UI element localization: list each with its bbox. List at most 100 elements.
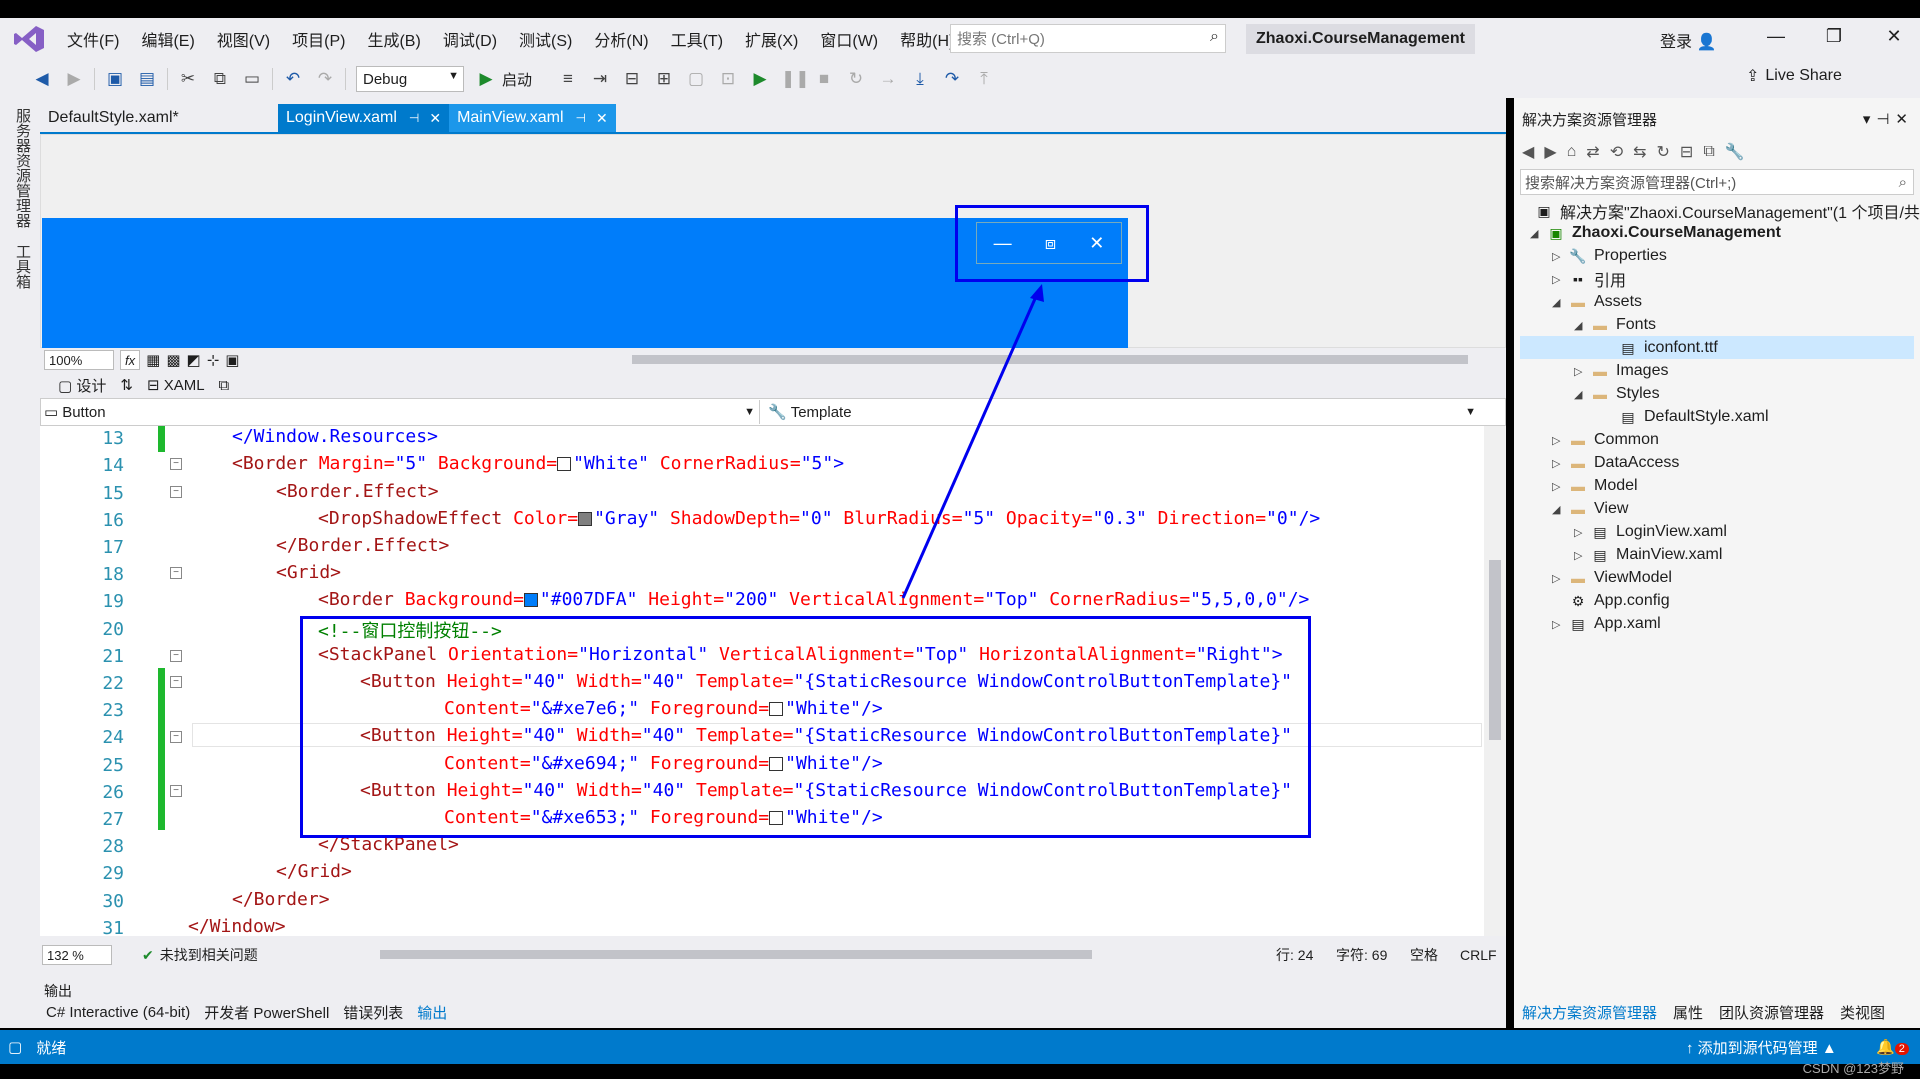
tree-appxaml[interactable]: ▷ ▤ App.xaml bbox=[1552, 613, 1661, 635]
show-all-icon[interactable]: ⧉ bbox=[1703, 143, 1714, 161]
fold-icon[interactable]: − bbox=[170, 486, 182, 498]
tree-images[interactable]: ▷ ▬ Images bbox=[1574, 360, 1668, 382]
fold-icon[interactable]: − bbox=[170, 731, 182, 743]
tree-styles[interactable]: ◢ ▬ Styles bbox=[1574, 383, 1660, 405]
cut-icon[interactable]: ✂ bbox=[177, 69, 199, 89]
menu-project[interactable]: 项目(P) bbox=[281, 27, 356, 51]
sync-icon[interactable]: ⇆ bbox=[1633, 142, 1646, 162]
tree-defaultstyle[interactable]: ▤ DefaultStyle.xaml bbox=[1618, 406, 1768, 428]
fold-icon[interactable]: − bbox=[170, 676, 182, 688]
pin-icon[interactable]: ⊣ bbox=[576, 111, 586, 125]
source-control-button[interactable]: ↑ 添加到源代码管理 ▲ bbox=[1686, 1037, 1837, 1058]
close-icon[interactable]: ✕ bbox=[1874, 26, 1914, 47]
tab-solution-explorer[interactable]: 解决方案资源管理器 bbox=[1522, 1002, 1657, 1023]
menu-extensions[interactable]: 扩展(X) bbox=[734, 27, 809, 51]
popout-icon[interactable]: ⧉ bbox=[219, 377, 230, 394]
menu-build[interactable]: 生成(B) bbox=[356, 27, 431, 51]
tree-assets[interactable]: ◢ ▬ Assets bbox=[1552, 291, 1642, 313]
forward-icon[interactable]: ▶ bbox=[63, 69, 85, 89]
menu-view[interactable]: 视图(V) bbox=[206, 27, 281, 51]
expand-icon[interactable]: ◢ bbox=[1530, 227, 1546, 240]
tab-powershell[interactable]: 开发者 PowerShell bbox=[204, 1002, 329, 1023]
menu-tools[interactable]: 工具(T) bbox=[660, 27, 734, 51]
xaml-tab[interactable]: ⊟ XAML bbox=[147, 376, 205, 394]
show-next-icon[interactable]: → bbox=[877, 69, 899, 89]
minimize-icon[interactable]: — bbox=[1756, 26, 1796, 47]
expand-icon[interactable]: ◢ bbox=[1574, 388, 1590, 401]
fold-icon[interactable]: − bbox=[170, 567, 182, 579]
paste-icon[interactable]: ▭ bbox=[241, 69, 263, 89]
restore-icon[interactable]: ❐ bbox=[1814, 26, 1854, 47]
close-tab-icon[interactable]: ✕ bbox=[429, 110, 441, 127]
start-button[interactable]: 启动 bbox=[502, 69, 532, 90]
menu-edit[interactable]: 编辑(E) bbox=[130, 27, 205, 51]
spaces-indicator[interactable]: 空格 bbox=[1410, 945, 1438, 965]
login-button[interactable]: 登录 👤 bbox=[1660, 28, 1716, 52]
start-icon[interactable]: ▶ bbox=[475, 69, 497, 89]
back-icon[interactable]: ◀ bbox=[1522, 142, 1534, 162]
save-all-icon[interactable]: ▤ bbox=[136, 69, 158, 89]
fold-icon[interactable]: − bbox=[170, 650, 182, 662]
refresh-icon[interactable]: ↻ bbox=[1657, 142, 1670, 162]
pause-icon[interactable]: ❚❚ bbox=[781, 69, 810, 89]
editor-zoom-dropdown[interactable]: 132 % bbox=[42, 945, 112, 965]
stop-icon[interactable]: ■ bbox=[813, 69, 835, 89]
tree-properties[interactable]: ▷ 🔧 Properties bbox=[1552, 245, 1667, 267]
panel-controls-icon[interactable]: ▾⊣✕ bbox=[1863, 110, 1914, 128]
tab-defaultstyle[interactable]: DefaultStyle.xaml* bbox=[40, 104, 240, 132]
collapsed-icon[interactable]: ▷ bbox=[1552, 457, 1568, 470]
tab-loginview[interactable]: LoginView.xaml ⊣ ✕ bbox=[278, 104, 450, 132]
save-icon[interactable]: ▣ bbox=[104, 69, 126, 89]
live-share-button[interactable]: ⇪ Live Share bbox=[1746, 66, 1842, 86]
collapsed-icon[interactable]: ▷ bbox=[1574, 365, 1590, 378]
redo-icon[interactable]: ↷ bbox=[314, 69, 336, 89]
snap-grid-icon[interactable]: ▩ bbox=[166, 351, 180, 369]
continue-icon[interactable]: ▶ bbox=[749, 69, 771, 89]
undo-icon[interactable]: ↶ bbox=[282, 69, 304, 89]
server-explorer-tab[interactable]: 服务器资源管理器 bbox=[12, 108, 33, 228]
grid-icon[interactable]: ▦ bbox=[146, 351, 160, 369]
issues-label[interactable]: 未找到相关问题 bbox=[160, 945, 258, 965]
pin-icon[interactable]: ⊣ bbox=[409, 111, 419, 125]
collapsed-icon[interactable]: ▷ bbox=[1574, 549, 1590, 562]
effects-icon[interactable]: ▣ bbox=[225, 351, 239, 369]
menu-file[interactable]: 文件(F) bbox=[56, 27, 130, 51]
tree-model[interactable]: ▷ ▬ Model bbox=[1552, 475, 1638, 497]
configuration-dropdown[interactable]: Debug ▼ bbox=[356, 66, 464, 92]
fold-icon[interactable]: − bbox=[170, 785, 182, 797]
tree-appconfig[interactable]: ⚙ App.config bbox=[1568, 590, 1670, 612]
menu-debug[interactable]: 调试(D) bbox=[432, 27, 508, 51]
tree-references[interactable]: ▷ ▪▪ 引用 bbox=[1552, 268, 1626, 290]
attach-icon[interactable]: ▢ bbox=[685, 69, 707, 89]
tab-mainview[interactable]: MainView.xaml ⊣ ✕ bbox=[449, 104, 616, 132]
collapsed-icon[interactable]: ▷ bbox=[1552, 572, 1568, 585]
search-input[interactable]: 搜索 (Ctrl+Q) ⌕ bbox=[950, 24, 1226, 53]
copy-icon[interactable]: ⧉ bbox=[209, 69, 231, 89]
menu-test[interactable]: 测试(S) bbox=[508, 27, 583, 51]
step-over-icon[interactable]: ↷ bbox=[941, 69, 963, 89]
design-zoom-dropdown[interactable]: 100% bbox=[44, 350, 114, 370]
design-horizontal-scrollbar[interactable] bbox=[632, 355, 1468, 364]
home-icon[interactable]: ⌂ bbox=[1567, 143, 1577, 161]
properties-icon[interactable]: 🔧 bbox=[1725, 142, 1745, 162]
collapsed-icon[interactable]: ▷ bbox=[1552, 250, 1568, 263]
eol-indicator[interactable]: CRLF bbox=[1460, 947, 1497, 963]
tree-common[interactable]: ▷ ▬ Common bbox=[1552, 429, 1659, 451]
editor-horizontal-scrollbar[interactable] bbox=[380, 950, 1092, 959]
step-out-icon[interactable]: ⤒ bbox=[973, 69, 995, 89]
tab-properties[interactable]: 属性 bbox=[1673, 1002, 1703, 1023]
expand-icon[interactable]: ◢ bbox=[1574, 319, 1590, 332]
indent-icon[interactable]: ⇥ bbox=[589, 69, 611, 89]
history-icon[interactable]: ⟲ bbox=[1610, 142, 1623, 162]
tree-loginview[interactable]: ▷ ▤ LoginView.xaml bbox=[1574, 521, 1727, 543]
restart-icon[interactable]: ↻ bbox=[845, 69, 867, 89]
artboard-icon[interactable]: ◩ bbox=[187, 351, 201, 369]
scrollbar-thumb[interactable] bbox=[1489, 560, 1501, 740]
tab-output[interactable]: 输出 bbox=[417, 1002, 447, 1023]
tab-team-explorer[interactable]: 团队资源管理器 bbox=[1719, 1002, 1824, 1023]
tab-class-view[interactable]: 类视图 bbox=[1840, 1002, 1885, 1023]
collapsed-icon[interactable]: ▷ bbox=[1552, 618, 1568, 631]
close-tab-icon[interactable]: ✕ bbox=[596, 110, 608, 127]
tree-fonts[interactable]: ◢ ▬ Fonts bbox=[1574, 314, 1656, 336]
bookmark-icon[interactable]: ⊟ bbox=[621, 69, 643, 89]
